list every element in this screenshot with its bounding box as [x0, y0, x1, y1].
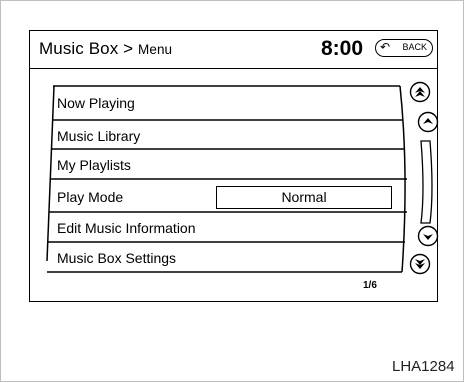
menu-item-edit-music-information[interactable]: Edit Music Information	[57, 220, 196, 236]
menu-item-now-playing[interactable]: Now Playing	[57, 95, 135, 111]
page-up-icon[interactable]	[409, 81, 431, 103]
page-indicator: 1/6	[363, 280, 377, 291]
page-down-icon[interactable]	[409, 253, 431, 275]
line-up-icon[interactable]	[417, 111, 439, 133]
menu-item-play-mode[interactable]: Play Mode	[57, 189, 123, 205]
menu-item-music-library[interactable]: Music Library	[57, 128, 140, 144]
menu-item-music-box-settings[interactable]: Music Box Settings	[57, 250, 176, 266]
figure-code: LHA1284	[392, 358, 455, 375]
music-box-menu-screen: Music Box > Menu 8:00 ↶ BACK Now Playing…	[29, 30, 439, 302]
menu-item-my-playlists[interactable]: My Playlists	[57, 157, 131, 173]
line-down-icon[interactable]	[417, 225, 439, 247]
play-mode-value[interactable]: Normal	[216, 186, 392, 209]
